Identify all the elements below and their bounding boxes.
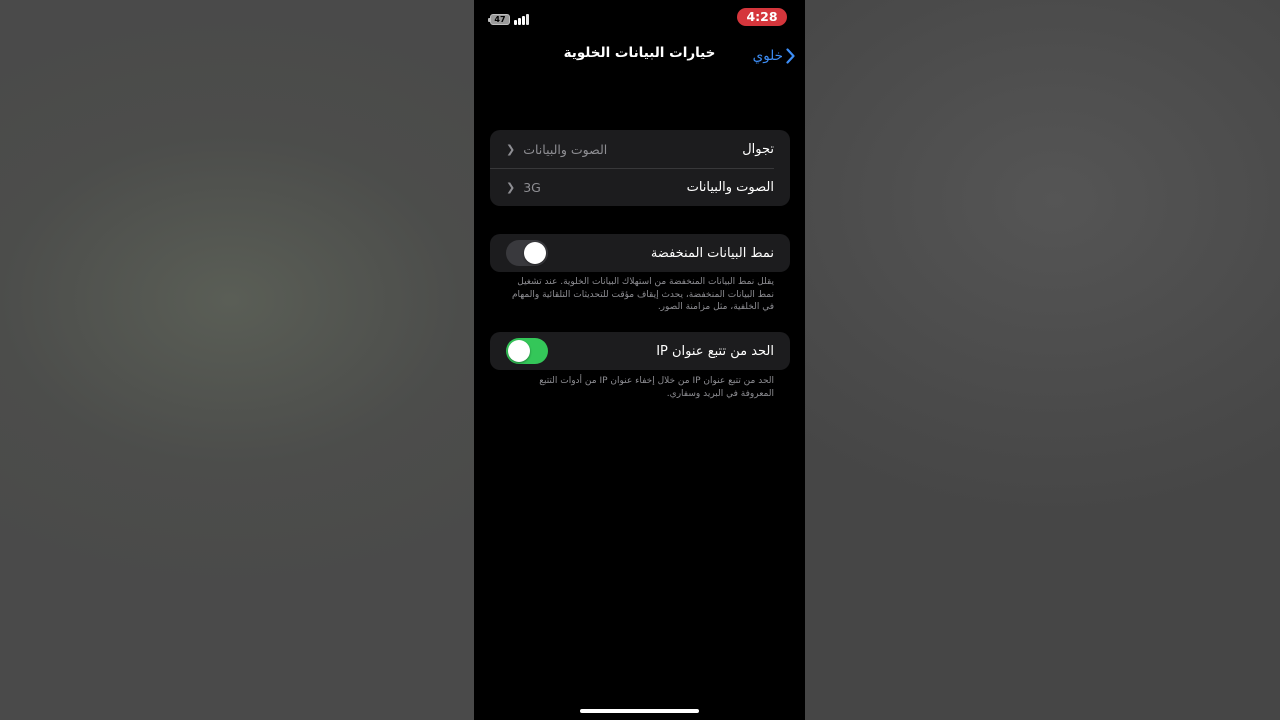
voice-data-label: الصوت والبيانات [686, 179, 774, 195]
status-time: 4:28 [737, 8, 787, 26]
low-data-group: نمط البيانات المنخفضة [490, 234, 790, 272]
phone-screen: 47 4:28 خيارات البيانات الخلوية خلوي تجو… [474, 0, 805, 720]
roaming-row[interactable]: تجوال الصوت والبيانات ❮ [490, 130, 790, 168]
ip-tracking-toggle[interactable] [506, 338, 548, 364]
low-data-toggle[interactable] [506, 240, 548, 266]
battery-level: 47 [494, 15, 506, 24]
low-data-footnote: يقلل نمط البيانات المنخفضة من استهلاك ال… [511, 277, 774, 312]
low-data-row: نمط البيانات المنخفضة [490, 234, 790, 272]
roaming-value: الصوت والبيانات ❮ [506, 142, 607, 157]
back-button[interactable]: خلوي [753, 45, 795, 67]
toggle-knob [524, 242, 546, 264]
roaming-label: تجوال [742, 141, 774, 157]
chevron-right-icon [786, 48, 795, 64]
chevron-left-icon: ❮ [506, 142, 516, 156]
ip-tracking-label: الحد من تتبع عنوان IP [656, 343, 774, 359]
ip-tracking-group: الحد من تتبع عنوان IP [490, 332, 790, 370]
signal-icon [514, 14, 530, 25]
roaming-value-text: الصوت والبيانات [523, 141, 608, 157]
ip-tracking-row: الحد من تتبع عنوان IP [490, 332, 790, 370]
voice-data-value-text: 3G [523, 179, 541, 195]
voice-data-row[interactable]: الصوت والبيانات 3G ❮ [490, 168, 790, 206]
ip-tracking-footnote: الحد من تتبع عنوان IP من خلال إخفاء عنوا… [539, 376, 774, 399]
back-button-label: خلوي [752, 48, 783, 64]
home-indicator[interactable] [580, 709, 699, 713]
low-data-label: نمط البيانات المنخفضة [650, 245, 774, 261]
background-right [805, 0, 1280, 720]
toggle-knob [508, 340, 530, 362]
chevron-left-icon: ❮ [506, 180, 516, 194]
battery-icon: 47 [488, 14, 510, 25]
voice-data-group: تجوال الصوت والبيانات ❮ الصوت والبيانات … [490, 130, 790, 206]
voice-data-value: 3G ❮ [506, 180, 541, 195]
